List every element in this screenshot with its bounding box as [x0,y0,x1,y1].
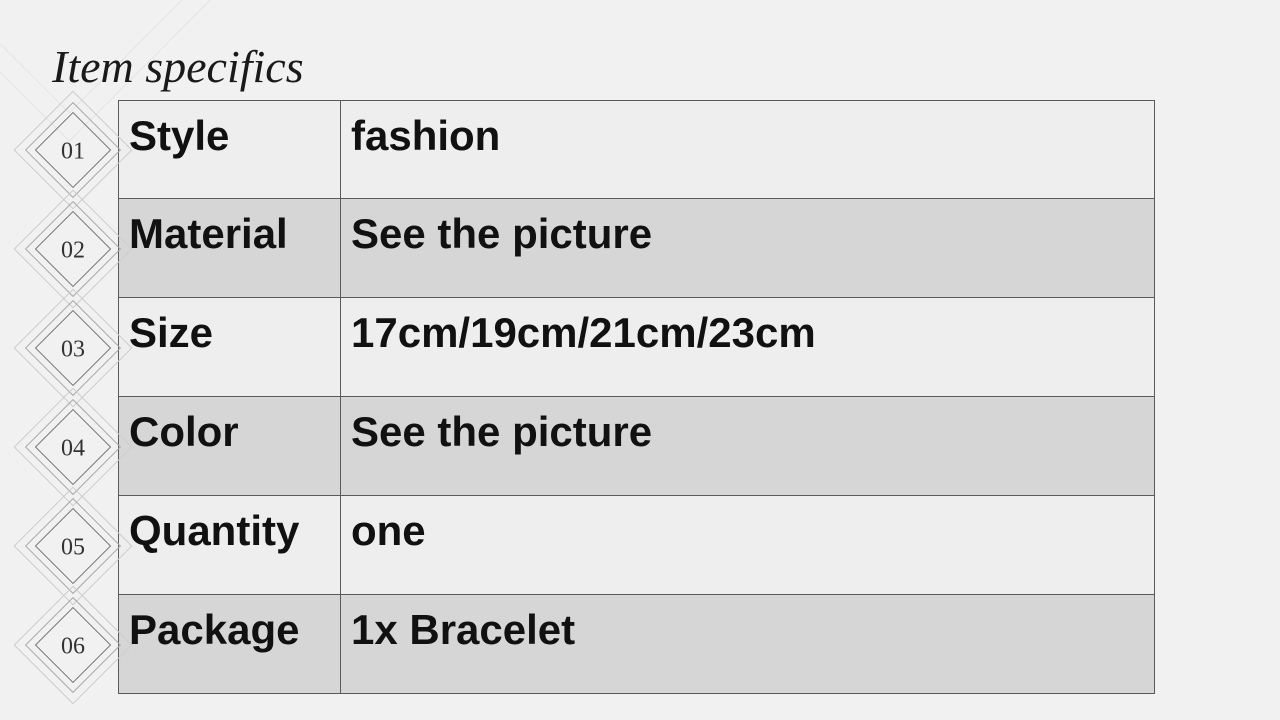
table-row: 05 Quantity one [28,496,1155,595]
spec-value: one [340,496,1155,595]
spec-value: See the picture [340,397,1155,496]
diamond-icon: 05 [35,507,111,583]
section-title: Item specifics [52,40,304,93]
spec-value: 17cm/19cm/21cm/23cm [340,298,1155,397]
spec-label: Package [118,595,340,694]
diamond-icon: 02 [35,210,111,286]
spec-value: fashion [340,100,1155,199]
row-number-badge: 06 [28,595,118,694]
table-row: 04 Color See the picture [28,397,1155,496]
row-number: 05 [46,520,100,574]
diamond-icon: 04 [35,408,111,484]
row-number-badge: 02 [28,199,118,298]
row-number: 06 [46,619,100,673]
row-number-badge: 01 [28,100,118,199]
spec-label: Color [118,397,340,496]
row-number-badge: 03 [28,298,118,397]
table-row: 06 Package 1x Bracelet [28,595,1155,694]
table-row: 02 Material See the picture [28,199,1155,298]
spec-label: Style [118,100,340,199]
row-number: 03 [46,322,100,376]
table-row: 01 Style fashion [28,100,1155,199]
spec-value: 1x Bracelet [340,595,1155,694]
row-number: 02 [46,223,100,277]
spec-label: Material [118,199,340,298]
row-number: 01 [46,124,100,178]
spec-value: See the picture [340,199,1155,298]
diamond-icon: 01 [35,111,111,187]
diamond-icon: 06 [35,606,111,682]
diamond-icon: 03 [35,309,111,385]
item-specifics-table: 01 Style fashion 02 Material See the pic… [28,100,1155,694]
table-row: 03 Size 17cm/19cm/21cm/23cm [28,298,1155,397]
row-number-badge: 04 [28,397,118,496]
row-number: 04 [46,421,100,475]
spec-label: Size [118,298,340,397]
spec-label: Quantity [118,496,340,595]
row-number-badge: 05 [28,496,118,595]
